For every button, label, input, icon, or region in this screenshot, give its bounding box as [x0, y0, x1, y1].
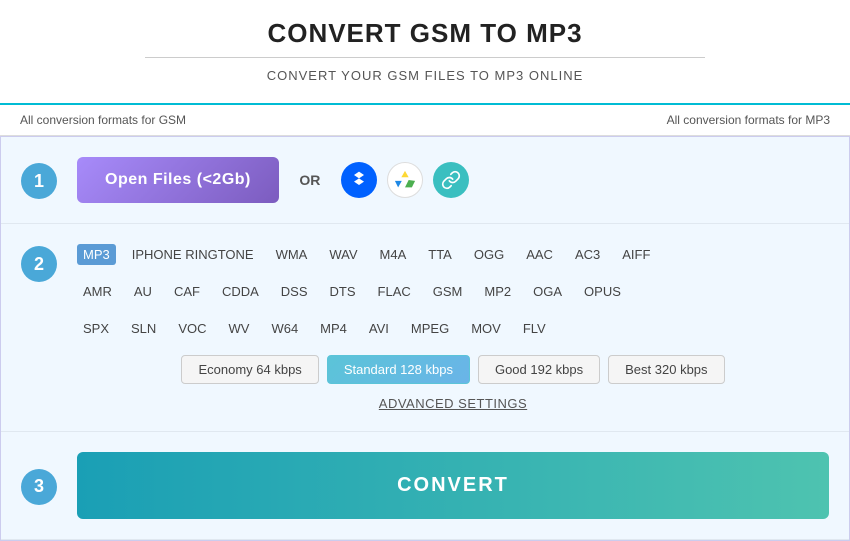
step3-content: CONVERT [77, 452, 829, 519]
step2-content: MP3 IPHONE RINGTONE WMA WAV M4A TTA OGG AAC AC3 A… [77, 244, 829, 411]
quality-button[interactable]: Economy 64 kbps [181, 355, 318, 384]
convert-button[interactable]: CONVERT [77, 452, 829, 519]
format-tag[interactable]: AIFF [616, 244, 656, 265]
step2-row: 2 MP3 IPHONE RINGTONE WMA WAV M4A TTA OGG AAC AC… [1, 224, 849, 432]
format-tag[interactable]: AU [128, 281, 158, 302]
format-tag[interactable]: WAV [323, 244, 363, 265]
format-tag[interactable]: WV [222, 318, 255, 339]
format-tag[interactable]: FLV [517, 318, 552, 339]
format-grid-row3: SPX SLN VOC WV W64 MP4 AVI MPEG MOV FLV [77, 318, 829, 339]
format-tag[interactable]: AMR [77, 281, 118, 302]
format-tag[interactable]: AVI [363, 318, 395, 339]
format-tag[interactable]: GSM [427, 281, 469, 302]
format-tag[interactable]: OPUS [578, 281, 627, 302]
format-tag[interactable]: AAC [520, 244, 559, 265]
format-tag[interactable]: MPEG [405, 318, 455, 339]
format-tag[interactable]: FLAC [372, 281, 417, 302]
format-tag[interactable]: VOC [172, 318, 212, 339]
page-title: CONVERT GSM TO MP3 [0, 18, 850, 49]
format-tag[interactable]: MOV [465, 318, 507, 339]
link-icon[interactable] [433, 162, 469, 198]
format-tag[interactable]: SPX [77, 318, 115, 339]
format-tag[interactable]: TTA [422, 244, 458, 265]
quality-button[interactable]: Standard 128 kbps [327, 355, 470, 384]
advanced-settings-link[interactable]: ADVANCED SETTINGS [77, 396, 829, 411]
dropbox-icon[interactable] [341, 162, 377, 198]
main-container: 1 Open Files (<2Gb) OR [0, 136, 850, 541]
format-tag[interactable]: SLN [125, 318, 162, 339]
format-tag[interactable]: WMA [270, 244, 314, 265]
quality-row: Economy 64 kbps Standard 128 kbps Good 192… [77, 355, 829, 384]
tab-mp3[interactable]: All conversion formats for MP3 [667, 113, 830, 127]
format-grid-row1: MP3 IPHONE RINGTONE WMA WAV M4A TTA OGG AAC AC3 A… [77, 244, 829, 265]
format-tag[interactable]: IPHONE RINGTONE [126, 244, 260, 265]
step1-circle: 1 [21, 163, 57, 199]
format-tag[interactable]: AC3 [569, 244, 606, 265]
step1-content: Open Files (<2Gb) OR [77, 157, 829, 203]
format-tag[interactable]: OGG [468, 244, 510, 265]
format-tag[interactable]: OGA [527, 281, 568, 302]
google-drive-icon[interactable] [387, 162, 423, 198]
format-tag[interactable]: CAF [168, 281, 206, 302]
format-tag[interactable]: MP2 [478, 281, 517, 302]
quality-button[interactable]: Good 192 kbps [478, 355, 600, 384]
header-divider [145, 57, 705, 58]
format-tag[interactable]: W64 [265, 318, 304, 339]
header: CONVERT GSM TO MP3 CONVERT YOUR GSM FILE… [0, 0, 850, 103]
or-text: OR [299, 172, 320, 188]
tab-gsm[interactable]: All conversion formats for GSM [20, 113, 186, 127]
format-tag[interactable]: M4A [374, 244, 413, 265]
format-tag[interactable]: MP3 [77, 244, 116, 265]
header-subtitle: CONVERT YOUR GSM FILES TO MP3 ONLINE [0, 68, 850, 83]
format-grid-row2: AMR AU CAF CDDA DSS DTS FLAC GSM MP2 OGA OPUS [77, 281, 829, 302]
open-files-button[interactable]: Open Files (<2Gb) [77, 157, 279, 203]
step3-circle: 3 [21, 469, 57, 505]
step1-row: 1 Open Files (<2Gb) OR [1, 137, 849, 224]
step3-row: 3 CONVERT [1, 432, 849, 540]
quality-button[interactable]: Best 320 kbps [608, 355, 724, 384]
cloud-icons [341, 162, 469, 198]
tab-bar: All conversion formats for GSM All conve… [0, 103, 850, 136]
format-tag[interactable]: DTS [324, 281, 362, 302]
format-tag[interactable]: MP4 [314, 318, 353, 339]
format-tag[interactable]: CDDA [216, 281, 265, 302]
format-tag[interactable]: DSS [275, 281, 314, 302]
step2-circle: 2 [21, 246, 57, 282]
